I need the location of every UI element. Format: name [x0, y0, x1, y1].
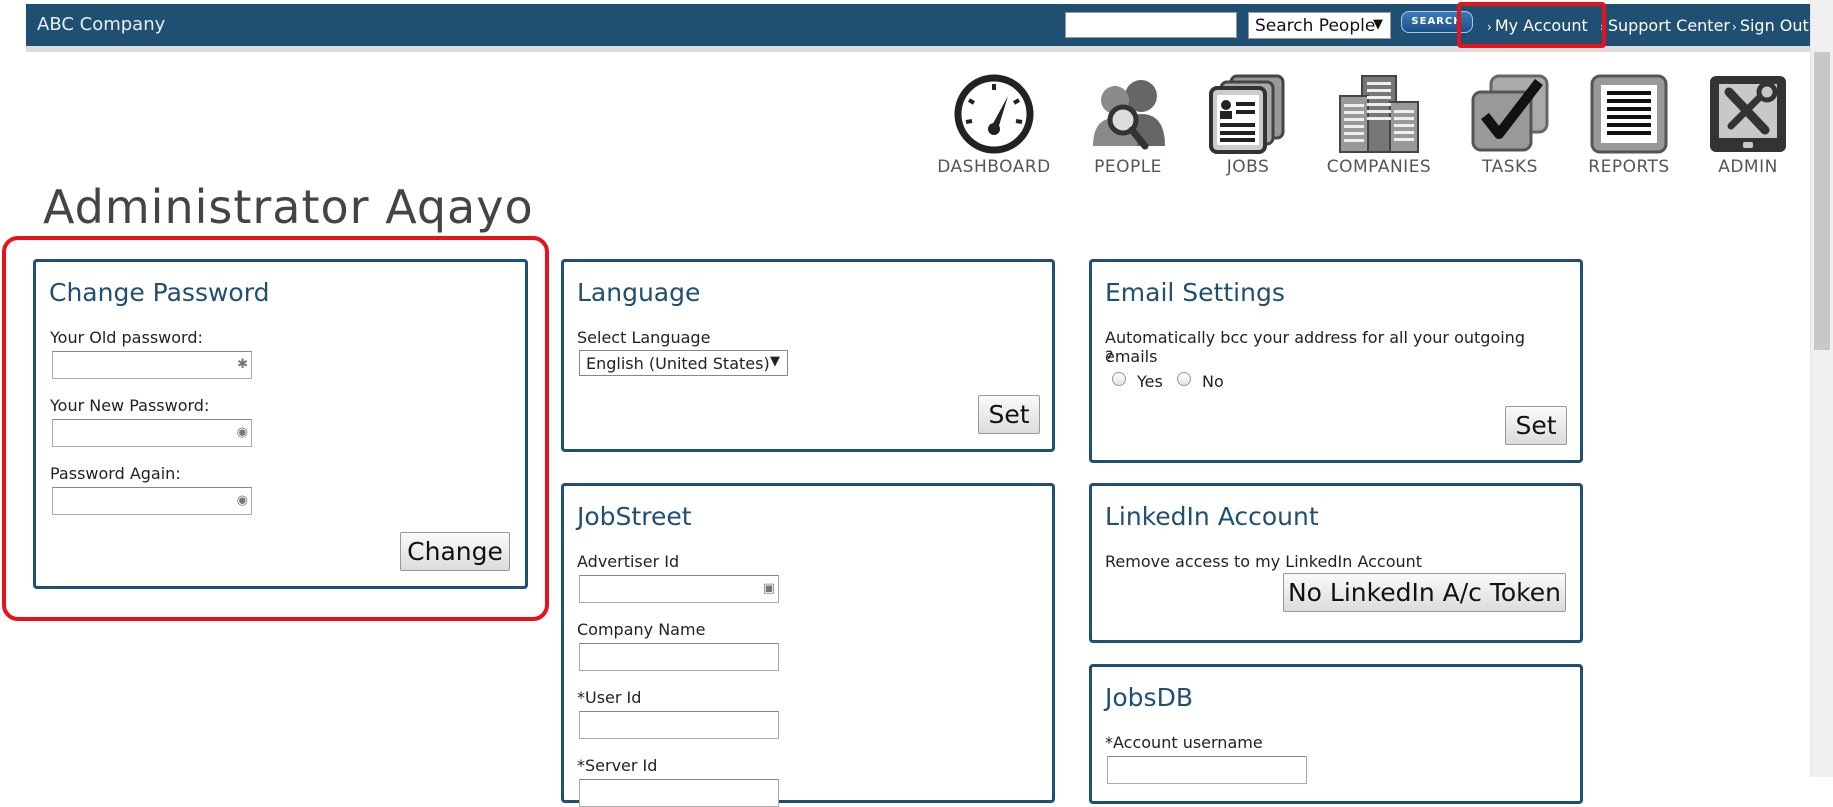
search-scope-select[interactable]: Search People ▼ — [1248, 12, 1391, 39]
page-title: Administrator Aqayo — [43, 180, 534, 234]
bcc-yes-radio[interactable] — [1112, 372, 1126, 386]
nav-dashboard-label: DASHBOARD — [937, 157, 1051, 177]
company-name-input[interactable] — [579, 643, 779, 671]
jobsdb-title: JobsDB — [1105, 683, 1193, 712]
bcc-yes-label: Yes — [1137, 372, 1163, 391]
language-panel: Language Select Language English (United… — [561, 259, 1055, 452]
language-select-value: English (United States) — [586, 354, 770, 373]
support-center-label: Support Center — [1607, 16, 1730, 35]
linkedin-token-button[interactable]: No LinkedIn A/c Token — [1283, 573, 1566, 612]
people-icon — [1093, 80, 1165, 150]
bcc-no-label: No — [1202, 372, 1224, 391]
jobstreet-panel: JobStreet Advertiser Id ▣ Company Name *… — [561, 483, 1055, 807]
sign-out-link[interactable]: › Sign Out — [1732, 16, 1809, 35]
my-account-highlight — [1457, 2, 1606, 48]
nav-people[interactable]: PEOPLE — [1086, 74, 1170, 177]
bcc-question: Automatically bcc your address for all y… — [1105, 328, 1525, 366]
account-username-input[interactable] — [1107, 756, 1307, 784]
brand-name: ABC Company — [37, 14, 166, 35]
user-id-label: *User Id — [577, 688, 642, 707]
support-center-link[interactable]: › Support Center — [1600, 16, 1730, 35]
admin-icon — [1710, 76, 1786, 152]
jobstreet-title: JobStreet — [577, 502, 692, 531]
nav-tasks[interactable]: TASKS — [1468, 74, 1552, 177]
company-name-label: Company Name — [577, 620, 706, 639]
email-set-button[interactable]: Set — [1505, 406, 1567, 445]
search-scope-value: Search People — [1255, 16, 1376, 36]
nav-admin[interactable]: ADMIN — [1706, 74, 1790, 177]
dashboard-icon — [954, 74, 1034, 154]
scrollbar-thumb[interactable] — [1814, 52, 1830, 350]
language-select[interactable]: English (United States) ▼ — [579, 350, 788, 376]
user-id-input[interactable] — [579, 711, 779, 739]
companies-icon — [1339, 75, 1419, 153]
contact-card-icon: ▣ — [762, 581, 775, 596]
nav-admin-label: ADMIN — [1718, 157, 1778, 177]
scrollbar[interactable] — [1810, 0, 1833, 777]
nav-tasks-label: TASKS — [1482, 157, 1538, 177]
nav-reports[interactable]: REPORTS — [1584, 74, 1674, 177]
bcc-question-end: ? — [1105, 347, 1114, 366]
nav-jobs-label: JOBS — [1226, 157, 1270, 177]
jobsdb-panel: JobsDB *Account username — [1089, 664, 1583, 804]
sign-out-label: Sign Out — [1739, 16, 1809, 35]
select-language-label: Select Language — [577, 328, 711, 347]
email-settings-panel: Email Settings Automatically bcc your ad… — [1089, 259, 1583, 463]
reports-icon — [1590, 74, 1668, 154]
jobs-icon — [1209, 74, 1285, 154]
change-password-highlight — [2, 236, 549, 621]
chevron-right-icon: › — [1732, 20, 1737, 34]
search-input[interactable] — [1065, 12, 1237, 38]
advertiser-id-label: Advertiser Id — [577, 552, 680, 571]
linkedin-panel: LinkedIn Account Remove access to my Lin… — [1089, 483, 1583, 643]
server-id-input[interactable] — [579, 779, 779, 807]
account-username-label: *Account username — [1105, 733, 1263, 752]
caret-down-icon: ▼ — [770, 354, 780, 369]
nav-companies-label: COMPANIES — [1326, 157, 1432, 177]
nav-people-label: PEOPLE — [1094, 157, 1162, 177]
advertiser-id-input[interactable]: ▣ — [579, 575, 779, 603]
linkedin-title: LinkedIn Account — [1105, 502, 1319, 531]
nav-companies[interactable]: COMPANIES — [1324, 74, 1434, 177]
nav-reports-label: REPORTS — [1588, 157, 1670, 177]
nav-dashboard[interactable]: DASHBOARD — [936, 74, 1052, 177]
language-title: Language — [577, 278, 701, 307]
bcc-no-radio[interactable] — [1177, 372, 1191, 386]
tasks-icon — [1471, 74, 1549, 152]
language-set-button[interactable]: Set — [978, 395, 1040, 434]
email-settings-title: Email Settings — [1105, 278, 1285, 307]
linkedin-remove-text: Remove access to my LinkedIn Account — [1105, 552, 1423, 571]
nav-jobs[interactable]: JOBS — [1204, 74, 1292, 177]
caret-down-icon: ▼ — [1373, 17, 1383, 32]
server-id-label: *Server Id — [577, 756, 658, 775]
